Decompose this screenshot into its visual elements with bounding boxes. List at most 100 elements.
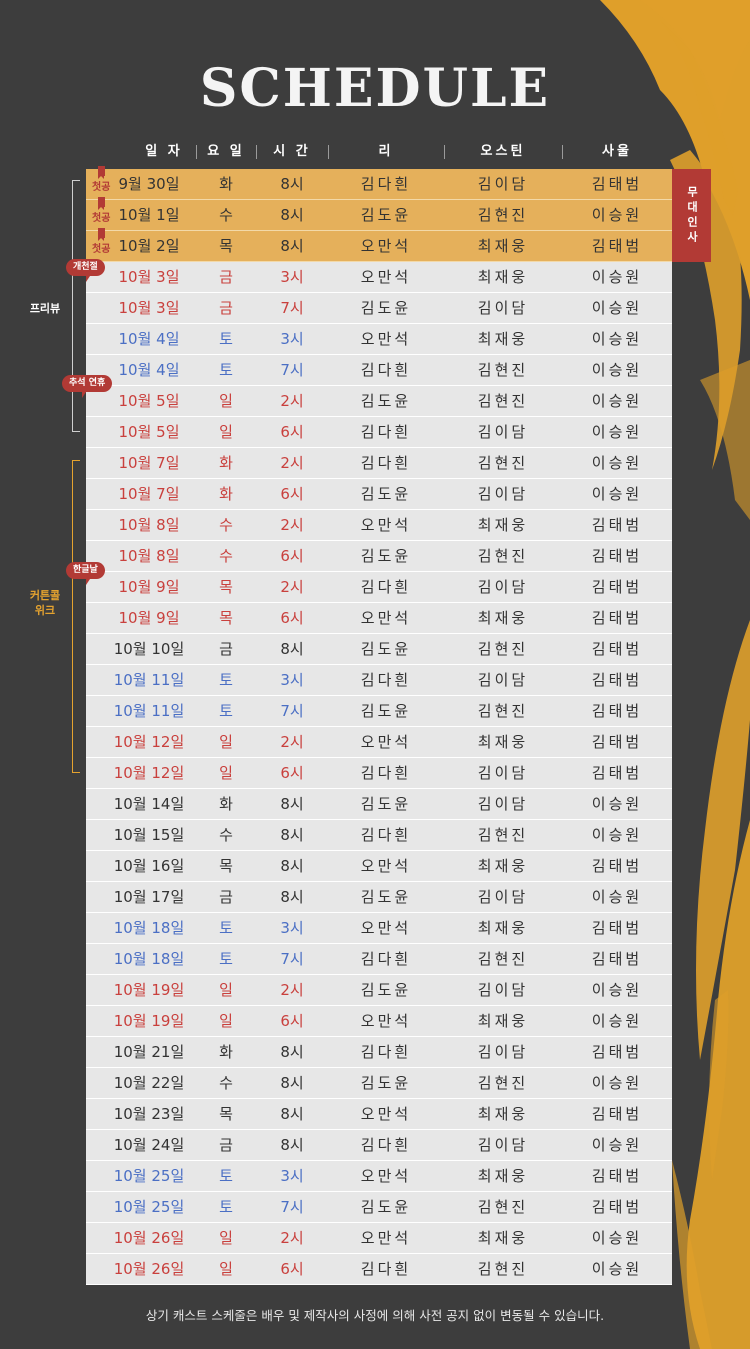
row-time: 3시 xyxy=(280,671,304,689)
row-cast-austin: 최재웅 xyxy=(477,1012,529,1030)
row-cast-saul: 김태범 xyxy=(591,237,643,255)
row-cast-austin: 김현진 xyxy=(477,454,529,472)
table-row: 10월 19일 일 2시 김도윤 김이담 이승원 xyxy=(86,975,672,1006)
row-day: 토 xyxy=(219,330,233,348)
table-row: 10월 25일 토 3시 오만석 최재웅 김태범 xyxy=(86,1161,672,1192)
row-time: 8시 xyxy=(280,175,304,193)
row-day: 화 xyxy=(219,485,233,503)
row-cast-lee: 김다흰 xyxy=(360,175,412,193)
row-cast-saul: 김태범 xyxy=(591,950,643,968)
table-row: 첫공 10월 2일 목 8시 오만석 최재웅 김태범 xyxy=(86,228,672,262)
row-cast-saul: 김태범 xyxy=(591,857,643,875)
row-day: 화 xyxy=(219,454,233,472)
row-day: 토 xyxy=(219,950,233,968)
table-row: 10월 25일 토 7시 김도윤 김현진 김태범 xyxy=(86,1192,672,1223)
row-date: 10월 5일 xyxy=(118,423,180,441)
row-day: 목 xyxy=(219,237,233,255)
row-cast-lee: 오만석 xyxy=(360,330,412,348)
row-cast-austin: 김현진 xyxy=(477,640,529,658)
row-date: 10월 16일 xyxy=(113,857,185,875)
row-cast-austin: 최재웅 xyxy=(477,1229,529,1247)
row-cast-austin: 최재웅 xyxy=(477,919,529,937)
row-day: 목 xyxy=(219,578,233,596)
row-day: 화 xyxy=(219,1043,233,1061)
row-cast-lee: 오만석 xyxy=(360,268,412,286)
row-cast-saul: 김태범 xyxy=(591,702,643,720)
row-time: 8시 xyxy=(280,1136,304,1154)
row-cast-austin: 김이담 xyxy=(477,671,529,689)
row-date: 9월 30일 xyxy=(118,175,180,193)
row-cast-austin: 김이담 xyxy=(477,423,529,441)
row-date: 10월 22일 xyxy=(113,1074,185,1092)
row-cast-austin: 최재웅 xyxy=(477,330,529,348)
row-cast-austin: 최재웅 xyxy=(477,857,529,875)
row-cast-saul: 김태범 xyxy=(591,1105,643,1123)
table-row: 10월 9일 목 2시 김다흰 김이담 김태범 xyxy=(86,572,672,603)
row-date: 10월 10일 xyxy=(113,640,185,658)
table-row: 10월 18일 토 7시 김다흰 김현진 김태범 xyxy=(86,944,672,975)
row-time: 7시 xyxy=(280,1198,304,1216)
row-cast-saul: 이승원 xyxy=(591,206,643,224)
row-cast-saul: 김태범 xyxy=(591,640,643,658)
table-row: 10월 4일 토 3시 오만석 최재웅 이승원 xyxy=(86,324,672,355)
row-time: 2시 xyxy=(280,516,304,534)
table-row: 10월 12일 일 6시 김다흰 김이담 김태범 xyxy=(86,758,672,789)
row-date: 10월 9일 xyxy=(118,609,180,627)
row-date: 10월 12일 xyxy=(113,733,185,751)
row-date: 10월 8일 xyxy=(118,516,180,534)
row-cast-austin: 최재웅 xyxy=(477,516,529,534)
row-day: 토 xyxy=(219,919,233,937)
row-cast-austin: 김이담 xyxy=(477,795,529,813)
row-cast-austin: 김이담 xyxy=(477,299,529,317)
row-cast-lee: 김도윤 xyxy=(360,485,412,503)
row-cast-lee: 김다흰 xyxy=(360,1260,412,1278)
row-cast-saul: 김태범 xyxy=(591,547,643,565)
row-cast-saul: 김태범 xyxy=(591,764,643,782)
row-cast-saul: 김태범 xyxy=(591,919,643,937)
table-row: 10월 26일 일 6시 김다흰 김현진 이승원 xyxy=(86,1254,672,1285)
row-time: 8시 xyxy=(280,237,304,255)
row-cast-austin: 최재웅 xyxy=(477,1167,529,1185)
row-date: 10월 5일 xyxy=(118,392,180,410)
row-cast-saul: 이승원 xyxy=(591,454,643,472)
table-row: 첫공 9월 30일 화 8시 김다흰 김이담 김태범 xyxy=(86,166,672,200)
row-cast-lee: 오만석 xyxy=(360,516,412,534)
row-cast-austin: 최재웅 xyxy=(477,268,529,286)
row-cast-lee: 오만석 xyxy=(360,1012,412,1030)
row-cast-lee: 김다흰 xyxy=(360,950,412,968)
table-row: 10월 5일 일 6시 김다흰 김이담 이승원 xyxy=(86,417,672,448)
preview-group-label: 프리뷰 xyxy=(29,302,61,315)
row-date: 10월 24일 xyxy=(113,1136,185,1154)
table-row: 10월 3일 금 3시 오만석 최재웅 이승원 xyxy=(86,262,672,293)
row-day: 일 xyxy=(219,981,233,999)
row-cast-saul: 이승원 xyxy=(591,1136,643,1154)
table-row: 10월 11일 토 3시 김다흰 김이담 김태범 xyxy=(86,665,672,696)
row-cast-lee: 김도윤 xyxy=(360,392,412,410)
table-row: 10월 10일 금 8시 김도윤 김현진 김태범 xyxy=(86,634,672,665)
column-header-saul: 사울 xyxy=(602,144,632,159)
row-time: 8시 xyxy=(280,1105,304,1123)
row-cast-austin: 김현진 xyxy=(477,206,529,224)
row-cast-austin: 최재웅 xyxy=(477,733,529,751)
row-date: 10월 1일 xyxy=(118,206,180,224)
row-date: 10월 17일 xyxy=(113,888,185,906)
row-cast-saul: 이승원 xyxy=(591,299,643,317)
table-row: 10월 26일 일 2시 오만석 최재웅 이승원 xyxy=(86,1223,672,1254)
row-cast-lee: 김다흰 xyxy=(360,361,412,379)
table-row: 10월 15일 수 8시 김다흰 김현진 이승원 xyxy=(86,820,672,851)
row-time: 2시 xyxy=(280,454,304,472)
row-cast-austin: 김이담 xyxy=(477,578,529,596)
row-cast-lee: 김다흰 xyxy=(360,671,412,689)
stage-greeting-label: 무대인사 xyxy=(672,169,711,262)
row-cast-austin: 최재웅 xyxy=(477,609,529,627)
table-row: 10월 9일 목 6시 오만석 최재웅 김태범 xyxy=(86,603,672,634)
row-time: 6시 xyxy=(280,423,304,441)
row-day: 금 xyxy=(219,299,233,317)
row-date: 10월 2일 xyxy=(118,237,180,255)
table-row: 10월 24일 금 8시 김다흰 김이담 이승원 xyxy=(86,1130,672,1161)
row-day: 일 xyxy=(219,764,233,782)
row-time: 3시 xyxy=(280,919,304,937)
row-date: 10월 8일 xyxy=(118,547,180,565)
table-header: 일 자 요 일 시 간 리 오스틴 사울 xyxy=(86,136,672,168)
row-time: 6시 xyxy=(280,764,304,782)
